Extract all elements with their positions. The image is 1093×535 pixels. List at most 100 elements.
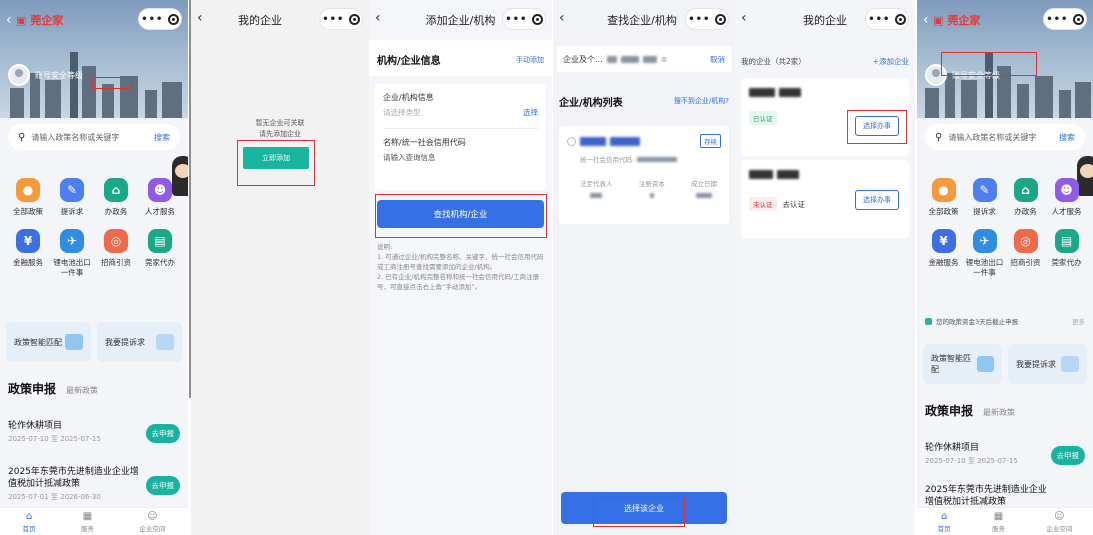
manual-add-link[interactable]: 手动添加	[516, 55, 544, 76]
policy-item[interactable]: 轮作休耕项目 2025-07-10 至 2025-07-15 去申报	[8, 420, 180, 444]
type-select[interactable]: 请选择类型 选择	[383, 107, 538, 118]
tab-enterprise-space[interactable]: ☺ 企业空间	[139, 511, 165, 533]
policy-item[interactable]: 轮作休耕项目 2025-07-10 至 2025-07-15 去申报	[925, 442, 1085, 466]
search-bar[interactable]: ⚲ 请输入政策名称或关键字 搜索	[925, 124, 1085, 150]
service-investment[interactable]: ◎ 招商引资	[94, 229, 138, 278]
miniapp-capsule[interactable]: •••	[502, 8, 546, 30]
back-icon[interactable]: ‹	[923, 12, 929, 28]
policy-match-card[interactable]: 政策智能匹配	[923, 344, 1002, 384]
miniapp-capsule[interactable]: •••	[685, 8, 729, 30]
tab-service[interactable]: ▦ 服务	[81, 511, 94, 533]
service-all-policies[interactable]: ● 全部政策	[6, 178, 50, 217]
more-icon[interactable]: •••	[868, 14, 890, 25]
close-miniapp-icon[interactable]	[348, 13, 360, 25]
appeal-card[interactable]: 我要提诉求	[97, 322, 182, 362]
apply-button[interactable]: 去申报	[145, 424, 180, 443]
enterprise-search-bar[interactable]: 企业及个... ⊗ 取消	[557, 46, 731, 72]
back-icon[interactable]: ‹	[559, 10, 565, 26]
bell-icon	[925, 317, 932, 325]
go-verify-link[interactable]: 去认证	[783, 199, 806, 210]
service-appeal[interactable]: ✎ 提诉求	[50, 178, 94, 217]
appeal-card[interactable]: 我要提诉求	[1008, 344, 1087, 384]
not-found-link[interactable]: 搜不到企业/机构?	[674, 96, 729, 109]
enterprise-result-card[interactable]: 存续 统一社会信用代码: 法定代表人 注册资本 成立日期	[559, 126, 729, 224]
more-icon[interactable]: •••	[322, 14, 344, 25]
notice-bar[interactable]: 您的政策资金3天后截止申报 更多	[925, 316, 1085, 326]
close-miniapp-icon[interactable]	[531, 13, 543, 25]
service-gov-affairs[interactable]: ⌂ 办政务	[1005, 178, 1046, 217]
apply-button[interactable]: 去申报	[1050, 446, 1085, 465]
more-icon[interactable]: •••	[1046, 14, 1068, 25]
appeal-illustration-icon	[156, 334, 174, 350]
name-input[interactable]: 请输入查询信息	[383, 152, 538, 163]
feature-cards: 政策智能匹配 我要提诉求	[923, 344, 1087, 384]
more-link[interactable]: 更多	[1072, 316, 1085, 326]
search-button[interactable]: 搜索	[1059, 132, 1075, 143]
user-row[interactable]: 账号安全等级	[8, 64, 83, 86]
service-talent[interactable]: ☻ 人才服务	[138, 178, 182, 217]
service-battery-export[interactable]: ✈ 锂电池出口一件事	[50, 229, 94, 278]
page-title: 查找企业/机构	[607, 14, 677, 27]
enterprise-form: 企业/机构信息 请选择类型 选择 名称/统一社会信用代码 请输入查询信息	[375, 84, 546, 190]
more-icon[interactable]: •••	[505, 14, 527, 25]
cancel-button[interactable]: 取消	[710, 54, 725, 65]
tab-service[interactable]: ▦ 服务	[992, 511, 1005, 533]
service-investment[interactable]: ◎ 招商引资	[1005, 229, 1046, 278]
policy-icon: ●	[16, 178, 40, 202]
tab-home[interactable]: ⌂ 首页	[23, 511, 36, 533]
user-icon: ☺	[147, 510, 158, 522]
more-icon[interactable]: •••	[688, 14, 710, 25]
select-radio[interactable]	[567, 136, 576, 146]
brand-logo: ▣ 莞企家	[16, 12, 63, 28]
close-miniapp-icon[interactable]	[1072, 13, 1084, 25]
tab-latest-policies[interactable]: 最新政策	[66, 385, 98, 396]
policy-section-title: 政策申报 最新政策	[925, 404, 1016, 418]
add-enterprise-screen: ‹ 添加企业/机构 ••• 机构/企业信息 手动添加 企业/机构信息 请选择类型…	[369, 0, 552, 535]
service-agency[interactable]: ▤ 莞家代办	[1046, 229, 1087, 278]
form-header: 机构/企业信息 手动添加	[369, 40, 552, 76]
gov-building-icon: ⌂	[104, 178, 128, 202]
tab-home[interactable]: ⌂ 首页	[938, 511, 951, 533]
select-type-button[interactable]: 选择	[523, 107, 538, 118]
service-agency[interactable]: ▤ 莞家代办	[138, 229, 182, 278]
policy-match-card[interactable]: 政策智能匹配	[6, 322, 91, 362]
service-all-policies[interactable]: ● 全部政策	[923, 178, 964, 217]
brand-name: 莞企家	[947, 14, 981, 27]
service-appeal[interactable]: ✎ 提诉求	[964, 178, 1005, 217]
apply-button[interactable]: 去申报	[145, 476, 180, 495]
avatar[interactable]	[8, 64, 30, 86]
back-icon[interactable]: ‹	[741, 10, 747, 26]
miniapp-capsule[interactable]: •••	[138, 8, 182, 30]
service-gov-affairs[interactable]: ⌂ 办政务	[94, 178, 138, 217]
clipboard-icon: ▤	[148, 229, 172, 253]
search-bar[interactable]: ⚲ 请输入政策名称或关键字 搜索	[8, 124, 180, 150]
service-talent[interactable]: ☻ 人才服务	[1046, 178, 1087, 217]
policy-item[interactable]: 2025年东莞市先进制造业企业增值税加计抵减政策	[925, 484, 1085, 506]
my-enterprise-empty-screen: ‹ 我的企业 ••• 暂无企业可关联 请先添加企业 立即添加	[191, 0, 369, 535]
service-finance[interactable]: ¥ 金融服务	[923, 229, 964, 278]
service-battery-export[interactable]: ✈ 锂电池出口一件事	[964, 229, 1005, 278]
miniapp-capsule[interactable]: •••	[1043, 8, 1087, 30]
search-scope-select[interactable]: 企业及个...	[563, 54, 603, 65]
close-miniapp-icon[interactable]	[167, 13, 179, 25]
page-title: 添加企业/机构	[425, 14, 496, 27]
search-button[interactable]: 搜索	[154, 132, 170, 143]
close-miniapp-icon[interactable]	[894, 13, 906, 25]
highlight-box	[237, 140, 315, 186]
highlight-box	[847, 110, 907, 144]
tab-enterprise-space[interactable]: ☺ 企业空间	[1046, 511, 1072, 533]
back-icon[interactable]: ‹	[375, 10, 381, 26]
back-icon[interactable]: ‹	[6, 12, 12, 28]
service-finance[interactable]: ¥ 金融服务	[6, 229, 50, 278]
miniapp-capsule[interactable]: •••	[865, 8, 909, 30]
more-icon[interactable]: •••	[141, 14, 163, 25]
clear-icon[interactable]: ⊗	[661, 55, 668, 64]
enterprise-card[interactable]: 未认证 去认证 选择办事	[741, 160, 909, 238]
tab-latest-policies[interactable]: 最新政策	[983, 407, 1015, 418]
close-miniapp-icon[interactable]	[714, 13, 726, 25]
add-enterprise-link[interactable]: +添加企业	[873, 56, 909, 67]
miniapp-capsule[interactable]: •••	[319, 8, 363, 30]
policy-item[interactable]: 2025年东莞市先进制造业企业增值税加计抵减政策 2025-07-01 至 20…	[8, 466, 180, 502]
screenshot-strip: ‹ ▣ 莞企家 ••• 账号安全等级 ⚲ 请输入政策名称或关键字 搜索 ● 全部政…	[0, 0, 1093, 535]
select-service-button[interactable]: 选择办事	[855, 190, 899, 210]
